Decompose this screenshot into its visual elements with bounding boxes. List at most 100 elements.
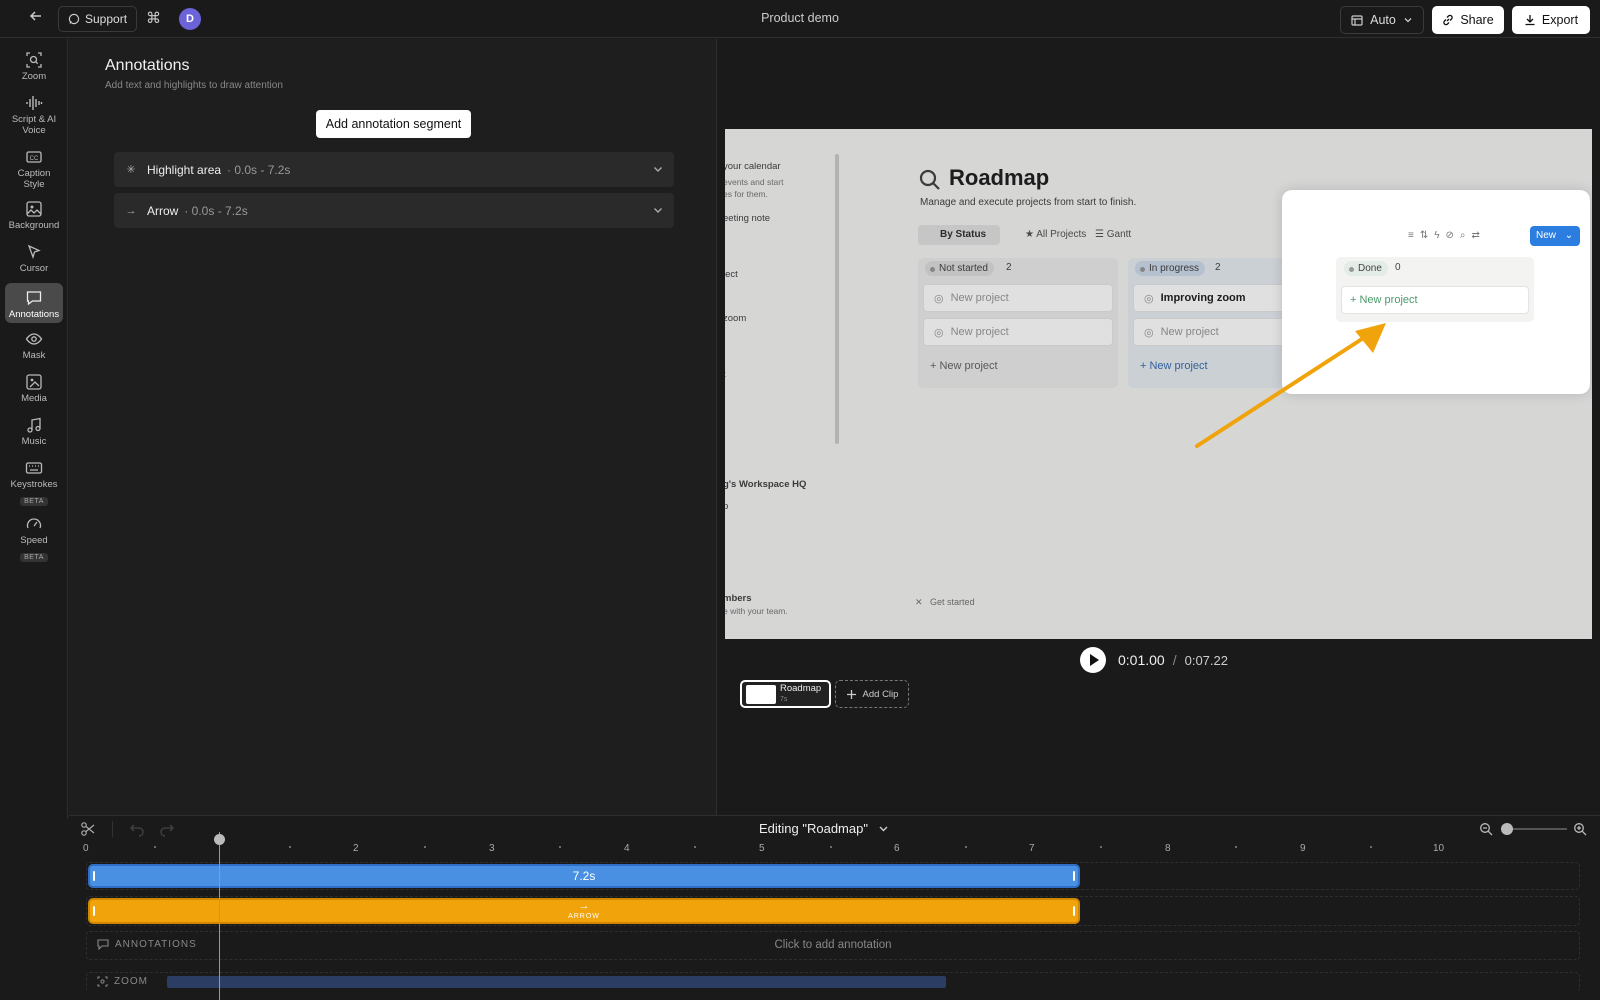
trim-handle-left[interactable] — [93, 871, 95, 881]
speed-icon — [26, 518, 42, 529]
eye-icon — [25, 333, 43, 345]
ruler-dot — [154, 846, 156, 848]
ruler-dot — [1100, 846, 1102, 848]
plus-icon — [846, 689, 856, 699]
command-icon[interactable]: ⌘ — [146, 9, 161, 27]
ruler-label: 0 — [83, 843, 89, 854]
sidebar-item-cursor[interactable]: Cursor — [5, 237, 63, 275]
new-button[interactable]: New ⌄ — [1530, 226, 1580, 246]
sidebar-item-label: Mask — [22, 350, 46, 361]
sidebar-item-label: Script & AI Voice — [11, 114, 57, 136]
trim-handle-left[interactable] — [93, 906, 95, 916]
trim-handle-right[interactable] — [1073, 871, 1075, 881]
zoom-track[interactable]: ZOOM — [86, 972, 1580, 992]
zoom-segment-bar[interactable]: 7.2s — [88, 864, 1080, 888]
panel-subtitle: Add text and highlights to draw attentio… — [105, 80, 283, 91]
sidebar-item-keystrokes[interactable]: Keystrokes BETA — [5, 453, 63, 506]
sidebar-item-label: Zoom — [21, 71, 47, 82]
arrow-annotation[interactable] — [1195, 319, 1415, 449]
annotation-item-arrow[interactable]: → Arrow · 0.0s - 7.2s — [114, 193, 674, 228]
image-icon — [26, 201, 42, 217]
ruler-dot — [1370, 846, 1372, 848]
share-button[interactable]: Share — [1432, 6, 1504, 34]
add-annotation-segment-button[interactable]: Add annotation segment — [316, 110, 471, 138]
zoom-label: ZOOM — [114, 976, 148, 987]
sidebar-item-mask[interactable]: Mask — [5, 324, 63, 362]
arrow-annotation-bar[interactable]: → ARROW — [88, 898, 1080, 924]
support-button[interactable]: Support — [58, 6, 138, 32]
zoom-icon — [26, 52, 42, 68]
annotations-track[interactable]: ANNOTATIONS Click to add annotation — [86, 931, 1580, 960]
ruler-label: 6 — [894, 843, 900, 854]
editing-clip-selector[interactable]: Editing "Roadmap" — [759, 821, 889, 836]
sidebar-item-speed[interactable]: Speed BETA — [5, 509, 63, 562]
annotation-item-highlight[interactable]: ✳ Highlight area · 0.0s - 7.2s — [114, 152, 674, 187]
time-separator: / — [1172, 652, 1177, 668]
sidebar-item-label: Caption Style — [17, 168, 51, 190]
download-icon — [1525, 15, 1535, 26]
beta-badge: BETA — [20, 497, 48, 506]
layout-select[interactable]: Auto — [1340, 6, 1424, 34]
ruler-dot — [694, 846, 696, 848]
playhead-handle[interactable] — [214, 834, 225, 845]
segment-duration: 7.2s — [572, 869, 596, 883]
toolbar-divider — [112, 821, 113, 837]
zoom-segment[interactable] — [167, 976, 946, 988]
ruler-label: 2 — [353, 843, 359, 854]
ruler-label: 8 — [1165, 843, 1171, 854]
support-label: Support — [85, 12, 128, 26]
sidebar-item-background[interactable]: Background — [5, 194, 63, 232]
scissors-icon[interactable] — [80, 821, 96, 837]
arrow-right-icon: → — [578, 900, 590, 912]
player-controls: 0:01.00 / 0:07.22 — [1080, 646, 1228, 674]
redo-icon[interactable] — [159, 821, 175, 837]
add-clip-button[interactable]: Add Clip — [835, 680, 909, 708]
get-started-label: Get started — [930, 597, 975, 607]
add-project-link[interactable]: + New project — [1341, 286, 1529, 314]
zoom-track-label: ZOOM — [97, 976, 148, 987]
arrow-left-icon[interactable] — [26, 9, 46, 29]
ruler-dot — [1235, 846, 1237, 848]
sidebar-item-label: Speed — [20, 535, 48, 546]
annotation-time: · 0.0s - 7.2s — [227, 162, 291, 177]
sidebar-item-label: Keystrokes — [10, 479, 58, 490]
play-button[interactable] — [1080, 647, 1106, 673]
zoom-in-icon[interactable] — [1573, 822, 1587, 836]
timeline-ruler[interactable]: 0 2 3 4 5 6 7 8 9 10 — [83, 843, 1486, 859]
keyboard-icon — [25, 462, 43, 474]
chevron-down-icon[interactable] — [652, 163, 664, 175]
clip-name: Roadmap — [780, 683, 822, 694]
sidebar-item-annotations[interactable]: Annotations — [5, 283, 63, 323]
clip-track: 7.2s — [86, 862, 1580, 890]
share-label: Share — [1460, 13, 1494, 27]
ruler-label: 5 — [759, 843, 765, 854]
video-preview[interactable]: your calendar events and start es for th… — [725, 129, 1592, 639]
sidebar-item-media[interactable]: Media — [5, 367, 63, 405]
current-time: 0:01.00 — [1118, 652, 1165, 668]
chevron-down-icon — [1404, 18, 1412, 23]
clip-roadmap[interactable]: Roadmap 7s — [740, 680, 831, 708]
chevron-down-icon — [879, 826, 888, 832]
export-button[interactable]: Export — [1512, 6, 1590, 34]
sidebar-item-caption-style[interactable]: CC Caption Style — [5, 142, 63, 190]
chevron-down-icon[interactable] — [652, 204, 664, 216]
timeline: Editing "Roadmap" 0 2 3 4 5 6 7 8 9 10 7… — [69, 815, 1600, 1000]
zoom-slider-handle[interactable] — [1501, 823, 1513, 835]
top-bar: Support ⌘ D Product demo Auto Share Expo… — [0, 0, 1600, 38]
get-started-link[interactable]: ✕ Get started — [915, 597, 975, 608]
sidebar-item-music[interactable]: Music — [5, 410, 63, 448]
beta-badge: BETA — [20, 553, 48, 562]
ruler-label: 7 — [1029, 843, 1035, 854]
ruler-label: 9 — [1300, 843, 1306, 854]
sidebar-item-script[interactable]: Script & AI Voice — [5, 88, 63, 136]
avatar[interactable]: D — [179, 8, 201, 30]
ruler-dot — [289, 846, 291, 848]
zoom-out-icon[interactable] — [1479, 822, 1493, 836]
ruler-dot — [559, 846, 561, 848]
clip-thumbnail — [746, 685, 776, 704]
sidebar-item-zoom[interactable]: Zoom — [5, 45, 63, 87]
ruler-label: 3 — [489, 843, 495, 854]
undo-icon[interactable] — [129, 821, 145, 837]
trim-handle-right[interactable] — [1073, 906, 1075, 916]
annotations-panel: Annotations Add text and highlights to d… — [69, 39, 717, 819]
